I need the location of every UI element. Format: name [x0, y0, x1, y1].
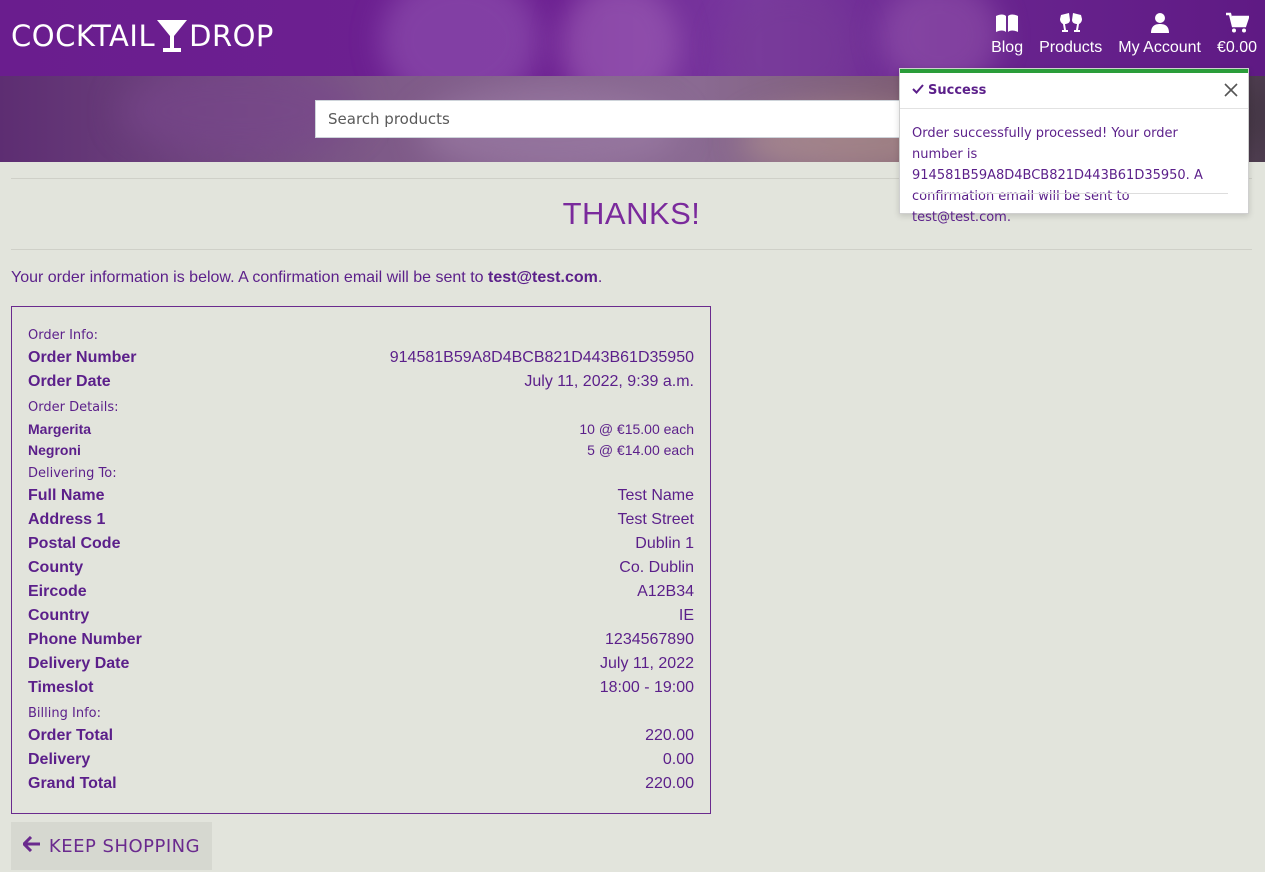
keep-shopping-label: KEEP SHOPPING	[48, 835, 201, 857]
cart-total: €0.00	[1216, 39, 1257, 56]
nav-label-blog: Blog	[991, 39, 1024, 56]
section-label-order-info: Order Info:	[28, 328, 99, 343]
divider	[11, 249, 1252, 250]
section-label-delivering-to: Delivering To:	[28, 466, 117, 481]
delivery-row: Phone Number 1234567890	[28, 631, 694, 648]
delivery-row: Country IE	[28, 607, 694, 624]
order-summary: Order Info: Order Number 914581B59A8D4BCB…	[11, 306, 711, 814]
nav-label-my-account: My Account	[1118, 39, 1201, 56]
nav-item-blog[interactable]: Blog	[983, 12, 1031, 62]
toast-divider	[920, 193, 1228, 194]
logo-text-right: DROP	[189, 19, 274, 53]
toast-title: Success	[928, 83, 987, 98]
billing-row: Order Total 220.00	[28, 727, 694, 744]
delivery-row: County Co. Dublin	[28, 559, 694, 576]
order-item-row: Margerita 10 @ €15.00 each	[28, 421, 694, 437]
main-nav: Blog Products My Account €0.00	[983, 12, 1265, 62]
delivery-row: Delivery Date July 11, 2022	[28, 655, 694, 672]
section-label-billing-info: Billing Info:	[28, 706, 101, 721]
success-toast: Success Order successfully processed! Yo…	[899, 68, 1249, 225]
nav-label-products: Products	[1039, 39, 1103, 56]
logo-text-left: COCKTAIL	[11, 19, 156, 53]
cheers-glasses-icon	[1058, 12, 1084, 34]
keep-shopping-button[interactable]: KEEP SHOPPING	[11, 822, 212, 870]
delivery-row: Postal Code Dublin 1	[28, 535, 694, 552]
nav-item-my-account[interactable]: My Account	[1110, 12, 1209, 62]
nav-item-cart[interactable]: €0.00	[1209, 12, 1265, 62]
order-item-row: Negroni 5 @ €14.00 each	[28, 442, 694, 458]
site-logo[interactable]: COCKTAIL DROP	[11, 18, 274, 54]
close-icon[interactable]	[1222, 81, 1240, 99]
delivery-row: Full Name Test Name	[28, 487, 694, 504]
toast-message: Order successfully processed! Your order…	[912, 126, 1203, 225]
book-icon	[994, 12, 1020, 34]
section-label-order-details: Order Details:	[28, 400, 119, 415]
order-info-row: Order Number 914581B59A8D4BCB821D443B61D3…	[28, 349, 694, 366]
delivery-row: Timeslot 18:00 - 19:00	[28, 679, 694, 696]
delivery-row: Address 1 Test Street	[28, 511, 694, 528]
order-intro-text: Your order information is below. A confi…	[11, 269, 603, 286]
check-icon	[912, 83, 924, 99]
nav-item-products[interactable]: Products	[1031, 12, 1110, 62]
delivery-row: Eircode A12B34	[28, 583, 694, 600]
cocktail-glass-icon	[155, 18, 189, 54]
cart-icon	[1224, 12, 1250, 34]
billing-row: Grand Total 220.00	[28, 775, 694, 792]
confirmation-email: test@test.com	[487, 269, 598, 286]
billing-row: Delivery 0.00	[28, 751, 694, 768]
user-icon	[1147, 12, 1173, 34]
arrow-left-icon	[21, 835, 41, 857]
order-info-row: Order Date July 11, 2022, 9:39 a.m.	[28, 373, 694, 390]
toast-header: Success	[900, 73, 1248, 109]
search-input[interactable]	[315, 100, 935, 138]
